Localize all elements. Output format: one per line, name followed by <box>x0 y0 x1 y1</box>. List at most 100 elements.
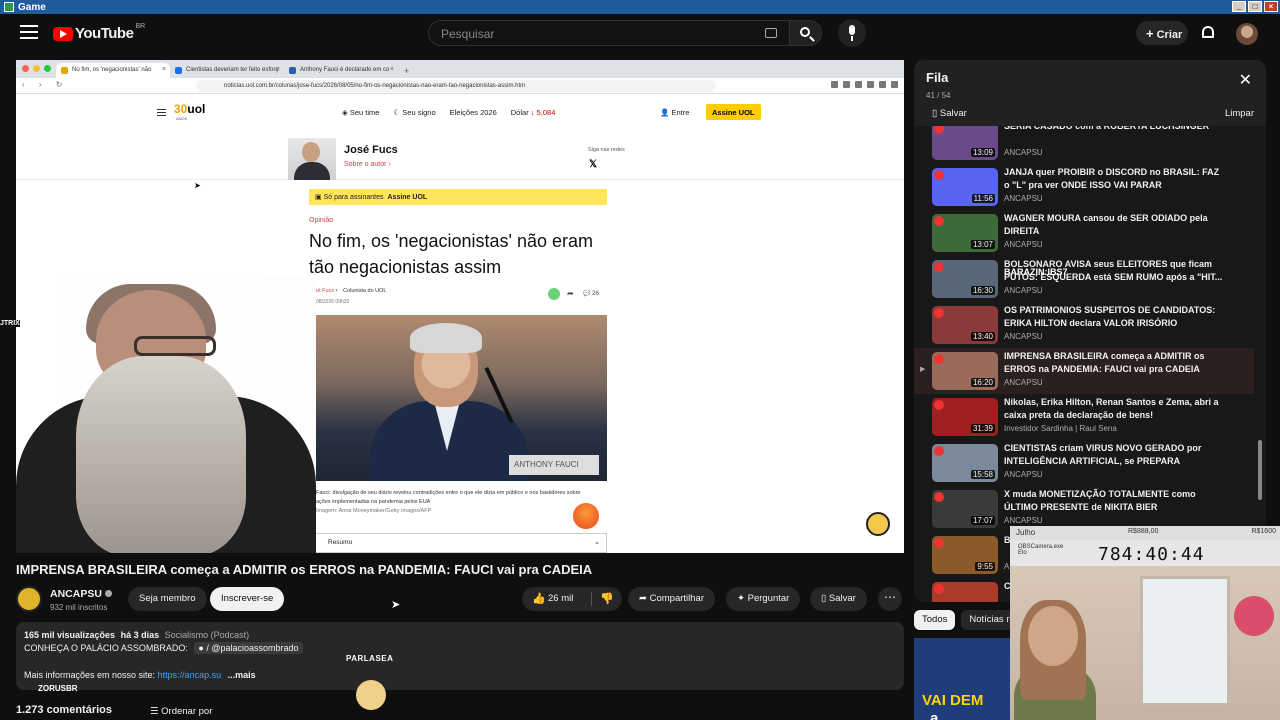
window-titlebar: Game _ □ × <box>0 0 1280 14</box>
tab-label: Anthony Fauci é declarado em co <box>300 67 390 73</box>
youtube-logo[interactable]: YouTube BR <box>53 23 145 42</box>
recommended-thumbnail[interactable]: a históriaVAI DEM <box>914 638 1012 720</box>
follow-label: Siga nas redes <box>588 147 625 153</box>
share-button[interactable]: ➦ Compartilhar <box>628 587 715 611</box>
like-count[interactable]: 26 mil <box>548 593 573 604</box>
channel-flag-icon <box>934 584 944 594</box>
window-title: Game <box>18 1 46 13</box>
queue-clear-button[interactable]: Limpar <box>1225 108 1254 119</box>
menu-icon[interactable] <box>20 25 38 39</box>
queue-thumbnail[interactable] <box>932 582 998 602</box>
queue-thumbnail[interactable]: 9:55 <box>932 536 998 574</box>
queue-item-channel: ANCAPSU <box>1004 332 1043 341</box>
create-label: Criar <box>1156 29 1183 41</box>
queue-item[interactable]: 16:30 BOLSONARO AVISA seus ELEITORES que … <box>914 256 1254 302</box>
subscribe-button[interactable]: Inscrever-se <box>210 587 285 611</box>
queue-item[interactable]: 13:07 WAGNER MOURA cansou de SER ODIADO p… <box>914 210 1254 256</box>
queue-item[interactable]: ▶ 16:20 IMPRENSA BRASILEIRA começa a ADMIT… <box>914 348 1254 394</box>
microphone-icon[interactable] <box>838 19 866 47</box>
duration-badge: 13:40 <box>970 332 995 341</box>
queue-item[interactable]: 13:09 SERIA CASADO com a ROBERTA LUCHSING… <box>914 126 1254 164</box>
channel-name[interactable]: ANCAPSU <box>50 588 112 600</box>
queue-item-channel: ANCAPSU <box>1004 378 1043 387</box>
search-button[interactable] <box>790 20 822 46</box>
description-link[interactable]: https://ancap.su <box>158 670 222 680</box>
queue-item-title: Nikolas, Erika Hilton, Renan Santos e Ze… <box>1004 397 1219 420</box>
camera-app-sub: Elo <box>1018 550 1027 556</box>
uol-nav-item: Eleições 2026 <box>450 108 497 117</box>
queue-save-button[interactable]: ▯ Salvar <box>932 108 967 119</box>
tab-close-icon: × <box>275 66 280 73</box>
create-button[interactable]: + Criar <box>1136 21 1188 45</box>
join-button[interactable]: Seja membro <box>128 587 207 611</box>
queue-thumbnail[interactable]: 16:20 <box>932 352 998 390</box>
related-chips: Todos Notícias re <box>914 610 1023 630</box>
queue-item-title: X muda MONETIZAÇÃO TOTALMENTE como ÚLTIM… <box>1004 489 1196 512</box>
more-actions-icon[interactable]: ⋯ <box>878 587 902 611</box>
extension-icon <box>831 81 838 88</box>
close-icon[interactable]: ✕ <box>1239 70 1252 90</box>
queue-thumbnail[interactable]: 13:09 <box>932 126 998 160</box>
browser-tab: No fim, os 'negacionistas' não × <box>56 63 170 78</box>
keyboard-icon[interactable] <box>765 28 777 38</box>
video-category[interactable]: Socialismo (Podcast) <box>165 630 250 640</box>
promo-line: VAI DEM <box>922 692 984 709</box>
browser-tab: Anthony Fauci é declarado em co × <box>284 63 398 78</box>
channel-flag-icon <box>934 400 944 410</box>
video-player[interactable]: No fim, os 'negacionistas' não × Cientis… <box>16 60 904 553</box>
channel-name-text: ANCAPSU <box>50 588 102 600</box>
queue-thumbnail[interactable]: 16:30 <box>932 260 998 298</box>
chevron-down-icon: ⌄ <box>594 539 600 546</box>
browser-toolbar: ‹ › ↻ noticias.uol.com.br/colunas/jose-f… <box>16 78 904 94</box>
chip-all[interactable]: Todos <box>914 610 956 630</box>
channel-avatar[interactable] <box>16 586 42 612</box>
maximize-button[interactable]: □ <box>1248 1 1262 12</box>
queue-thumbnail[interactable]: 13:40 <box>932 306 998 344</box>
search-input[interactable]: Pesquisar <box>428 20 790 46</box>
queue-item-channel: Investidor Sardinha | Raul Sena <box>1004 424 1117 433</box>
camera-overlay-header: Julho R$888,00 R$1600 <box>1010 526 1280 540</box>
article-comments: 💬 26 <box>583 291 599 297</box>
queue-item[interactable]: 31:39 Nikolas, Erika Hilton, Renan Santos… <box>914 394 1254 440</box>
ask-label: Perguntar <box>747 593 790 604</box>
notifications-bell-icon[interactable] <box>1202 26 1214 38</box>
queue-item[interactable]: 11:56 JANJA quer PROIBIR o DISCORD no BRA… <box>914 164 1254 210</box>
channel-mention[interactable]: ● / @palacioassombrado <box>194 642 303 654</box>
browser-url: noticias.uol.com.br/colunas/jose-fucs/20… <box>196 80 716 92</box>
queue-thumbnail[interactable]: 13:07 <box>932 214 998 252</box>
extension-icon <box>855 81 862 88</box>
queue-item-title: IMPRENSA BRASILEIRA começa a ADMITIR os … <box>1004 351 1205 374</box>
channel-flag-icon <box>934 492 944 502</box>
show-more-button[interactable]: ...mais <box>228 670 256 680</box>
queue-thumbnail[interactable]: 17:07 <box>932 490 998 528</box>
tab-favicon-icon <box>175 67 182 74</box>
minimize-button[interactable]: _ <box>1232 1 1246 12</box>
article-comment-count: 26 <box>592 291 599 297</box>
resumo-toggle: Resumo ⌄ <box>309 533 607 553</box>
queue-thumbnail[interactable]: 31:39 <box>932 398 998 436</box>
uol-nav: ◈ Seu time ☾ Seu signo Eleições 2026 Dól… <box>342 108 555 117</box>
chicken-sticker <box>356 680 386 710</box>
close-window-button[interactable]: × <box>1264 1 1278 12</box>
dislike-icon[interactable]: 👎 <box>600 592 614 605</box>
queue-item[interactable]: 15:58 CIENTISTAS criam VIRUS NOVO GERADO … <box>914 440 1254 486</box>
video-description[interactable]: 165 mil visualizações há 3 dias Socialis… <box>16 622 904 693</box>
channel-watermark-icon <box>866 512 890 536</box>
upload-age: há 3 dias <box>120 630 160 640</box>
ask-button[interactable]: ✦ Perguntar <box>726 587 801 611</box>
sort-comments-button[interactable]: ☰ Ordenar por <box>150 706 212 717</box>
article-byline: José Fucs • Colunista do UOL <box>309 288 387 294</box>
logo-text: YouTube <box>75 25 134 42</box>
queue-thumbnail[interactable]: 11:56 <box>932 168 998 206</box>
channel-flag-icon <box>934 126 944 134</box>
queue-thumbnail[interactable]: 15:58 <box>932 444 998 482</box>
uol-menu-icon <box>157 109 166 116</box>
account-avatar[interactable] <box>1236 23 1258 45</box>
save-button[interactable]: ▯ Salvar <box>810 587 867 611</box>
queue-scrollbar[interactable] <box>1258 440 1262 500</box>
overlay-month: Julho <box>1016 528 1036 537</box>
queue-item[interactable]: 13:40 OS PATRIMONIOS SUSPEITOS DE CANDIDA… <box>914 302 1254 348</box>
photo-nameplate: ANTHONY FAUCI <box>509 455 599 475</box>
whatsapp-icon <box>548 288 560 300</box>
like-icon[interactable]: 👍 <box>532 592 546 605</box>
